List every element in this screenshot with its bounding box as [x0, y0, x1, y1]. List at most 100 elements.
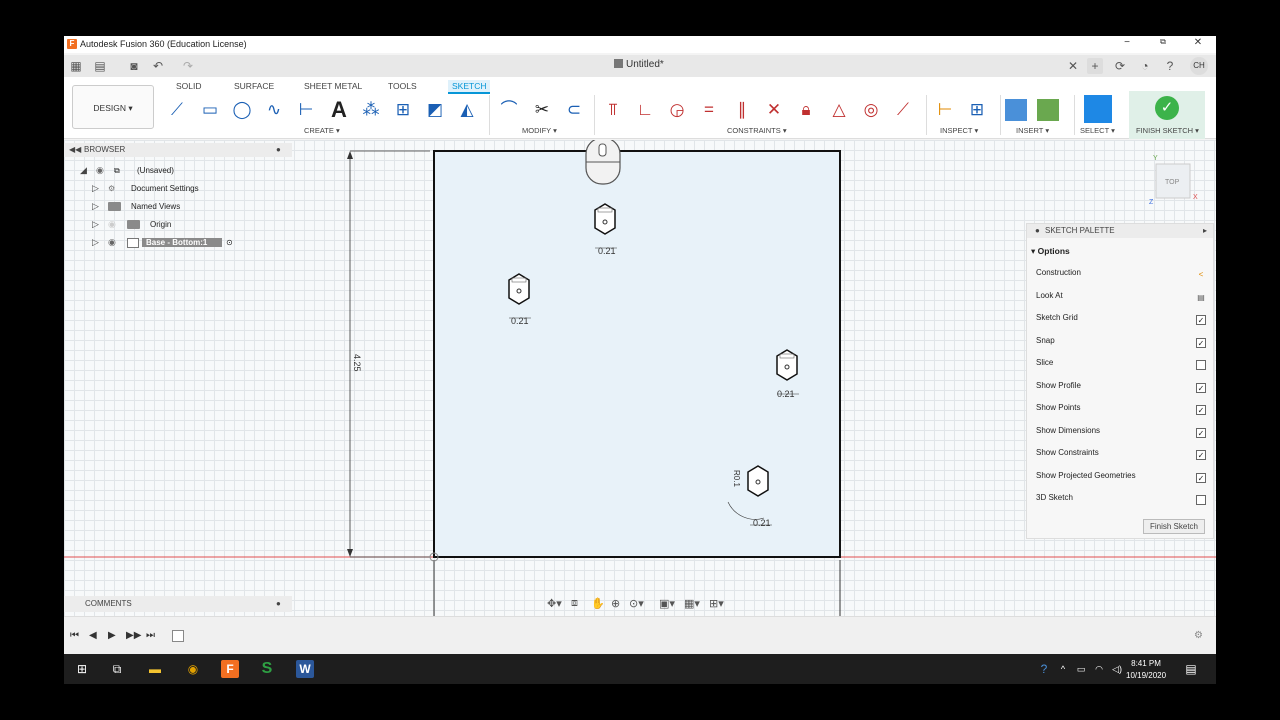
option-checkbox[interactable]: ✓: [1196, 472, 1206, 483]
expand-arrow-icon[interactable]: ▷: [92, 201, 99, 212]
timeline-back-icon[interactable]: ◀: [89, 630, 97, 641]
options-section[interactable]: ▾ Options: [1031, 246, 1070, 257]
palette-option-row[interactable]: Show Projected Geometries ✓: [1036, 471, 1206, 485]
undo-icon[interactable]: ↶: [150, 58, 166, 74]
close-tab-icon[interactable]: ✕: [1065, 58, 1081, 74]
browser-panel-header[interactable]: ◀◀ BROWSER ●: [64, 143, 292, 157]
rectangular-pattern-icon[interactable]: ⊞: [390, 97, 416, 123]
option-checkbox[interactable]: ✓: [1196, 382, 1206, 393]
file-icon[interactable]: ▤: [92, 58, 108, 74]
palette-option-row[interactable]: Show Constraints ✓: [1036, 448, 1206, 462]
option-checkbox[interactable]: ✓: [1196, 337, 1206, 348]
tab-solid[interactable]: SOLID: [172, 80, 206, 92]
vertical-dimension-text[interactable]: 4.25: [352, 354, 362, 372]
pan-icon[interactable]: ✋: [591, 597, 605, 610]
project-icon[interactable]: ◩: [422, 97, 448, 123]
browser-item-sketch[interactable]: ▷ ◉ Base - Bottom:1 ⊙: [64, 235, 292, 251]
redo-icon[interactable]: ↷: [180, 58, 196, 74]
slot-icon[interactable]: ⊢: [293, 97, 319, 123]
help-icon[interactable]: ?: [1162, 58, 1178, 74]
chrome-icon[interactable]: ◉: [184, 660, 202, 678]
measure-icon[interactable]: ⊢: [932, 97, 958, 123]
timeline-sketch-item[interactable]: [172, 630, 184, 642]
add-comment-icon[interactable]: ●: [276, 599, 281, 608]
viewcube-face-label[interactable]: TOP: [1165, 179, 1180, 186]
browser-item-origin[interactable]: ▷ ◉ Origin: [64, 217, 292, 233]
option-checkbox[interactable]: ✓: [1196, 405, 1206, 415]
select-icon[interactable]: [1084, 95, 1112, 123]
system-clock[interactable]: 8:41 PM 10/19/2020: [1126, 658, 1166, 682]
workspace-switcher[interactable]: DESIGN ▾: [72, 85, 154, 129]
save-icon[interactable]: ◙: [126, 58, 142, 74]
sketch-palette-header[interactable]: ● SKETCH PALETTE ▸: [1027, 224, 1213, 238]
fillet-icon[interactable]: ⌒: [496, 97, 522, 123]
inspect-group-label[interactable]: INSPECT ▾: [940, 126, 978, 135]
new-tab-icon[interactable]: +: [1087, 58, 1103, 74]
viewports-icon[interactable]: ⊞▾: [709, 597, 724, 610]
tray-chevron-icon[interactable]: ^: [1054, 660, 1072, 678]
fix-lock-icon[interactable]: 🔒︎: [793, 97, 819, 123]
text-icon[interactable]: A: [326, 97, 352, 123]
option-checkbox[interactable]: ✓: [1196, 315, 1206, 325]
grid-settings-icon[interactable]: ▦▾: [684, 597, 700, 610]
palette-option-row[interactable]: Look At ▤: [1036, 291, 1206, 305]
volume-icon[interactable]: ◁): [1108, 660, 1126, 678]
browser-item-document-settings[interactable]: ▷ ⚙ Document Settings: [64, 181, 292, 197]
coincident-icon[interactable]: ⫪: [600, 97, 626, 123]
offset-icon[interactable]: ⊂: [561, 97, 587, 123]
user-avatar[interactable]: CH: [1190, 57, 1208, 75]
viewcube[interactable]: TOP Y Z X: [1149, 155, 1198, 206]
maximize-button[interactable]: ⧉: [1153, 37, 1173, 47]
grid-menu-icon[interactable]: ▦: [68, 58, 84, 74]
windows-start-icon[interactable]: ⊞: [73, 660, 91, 678]
mirror-icon[interactable]: ◭: [454, 97, 480, 123]
perpendicular-icon[interactable]: ∟: [632, 97, 658, 123]
parallel-icon[interactable]: ∥: [729, 97, 755, 123]
tab-sheet-metal[interactable]: SHEET METAL: [300, 80, 366, 92]
option-checkbox[interactable]: ✓: [1196, 450, 1206, 460]
select-group-label[interactable]: SELECT ▾: [1080, 126, 1115, 135]
finish-sketch-button[interactable]: Finish Sketch: [1143, 519, 1205, 534]
notifications-icon[interactable]: ▤: [1182, 660, 1200, 678]
file-explorer-icon[interactable]: ▬: [146, 660, 164, 678]
option-checkbox[interactable]: ✓: [1196, 427, 1206, 438]
zoom-icon[interactable]: ⊕: [611, 597, 620, 610]
timeline-forward-icon[interactable]: ▶▶: [126, 630, 141, 641]
battery-icon[interactable]: ▭: [1072, 660, 1090, 678]
construction-icon[interactable]: <: [1196, 270, 1206, 280]
expand-arrow-icon[interactable]: ▷: [92, 237, 99, 248]
extensions-icon[interactable]: ⟳: [1112, 58, 1128, 74]
minimize-button[interactable]: −: [1117, 37, 1137, 48]
circle-icon[interactable]: ◯: [229, 97, 255, 123]
document-tab[interactable]: Untitled*: [614, 59, 664, 70]
palette-option-row[interactable]: Slice: [1036, 358, 1206, 372]
rotated-dimension-text[interactable]: R0.1: [732, 470, 741, 487]
tab-surface[interactable]: SURFACE: [230, 80, 278, 92]
symmetry-icon[interactable]: △: [826, 97, 852, 123]
close-button[interactable]: ✕: [1188, 37, 1208, 48]
look-at-icon[interactable]: ⧈: [571, 597, 578, 610]
hole-dimension-text[interactable]: 0.21: [598, 246, 616, 256]
insert-canvas-icon[interactable]: [1037, 99, 1059, 121]
interference-icon[interactable]: ⊞: [964, 97, 990, 123]
rectangle-icon[interactable]: ▭: [197, 97, 223, 123]
tab-sketch[interactable]: SKETCH: [448, 80, 491, 94]
palette-options-icon[interactable]: ●: [1035, 226, 1040, 235]
palette-option-row[interactable]: Snap ✓: [1036, 336, 1206, 350]
browser-options-icon[interactable]: ●: [276, 145, 281, 154]
help-tray-icon[interactable]: ?: [1035, 660, 1053, 678]
orbit-icon[interactable]: ✥▾: [547, 597, 562, 610]
line-icon[interactable]: ⟋: [164, 97, 190, 123]
trim-icon[interactable]: ✂: [529, 97, 555, 123]
timeline-settings-gear-icon[interactable]: ⚙: [1194, 630, 1203, 641]
modify-group-label[interactable]: MODIFY ▾: [522, 126, 557, 135]
expand-arrow-icon[interactable]: ▷: [92, 219, 99, 230]
palette-option-row[interactable]: Sketch Grid ✓: [1036, 313, 1206, 327]
palette-option-row[interactable]: Construction <: [1036, 268, 1206, 282]
zoom-window-icon[interactable]: ⊙▾: [629, 597, 644, 610]
hole-dimension-text[interactable]: 0.21: [777, 389, 795, 399]
create-group-label[interactable]: CREATE ▾: [304, 126, 340, 135]
option-checkbox[interactable]: [1196, 495, 1206, 505]
palette-option-row[interactable]: Show Profile ✓: [1036, 381, 1206, 395]
job-status-icon[interactable]: ◔: [1137, 58, 1153, 74]
